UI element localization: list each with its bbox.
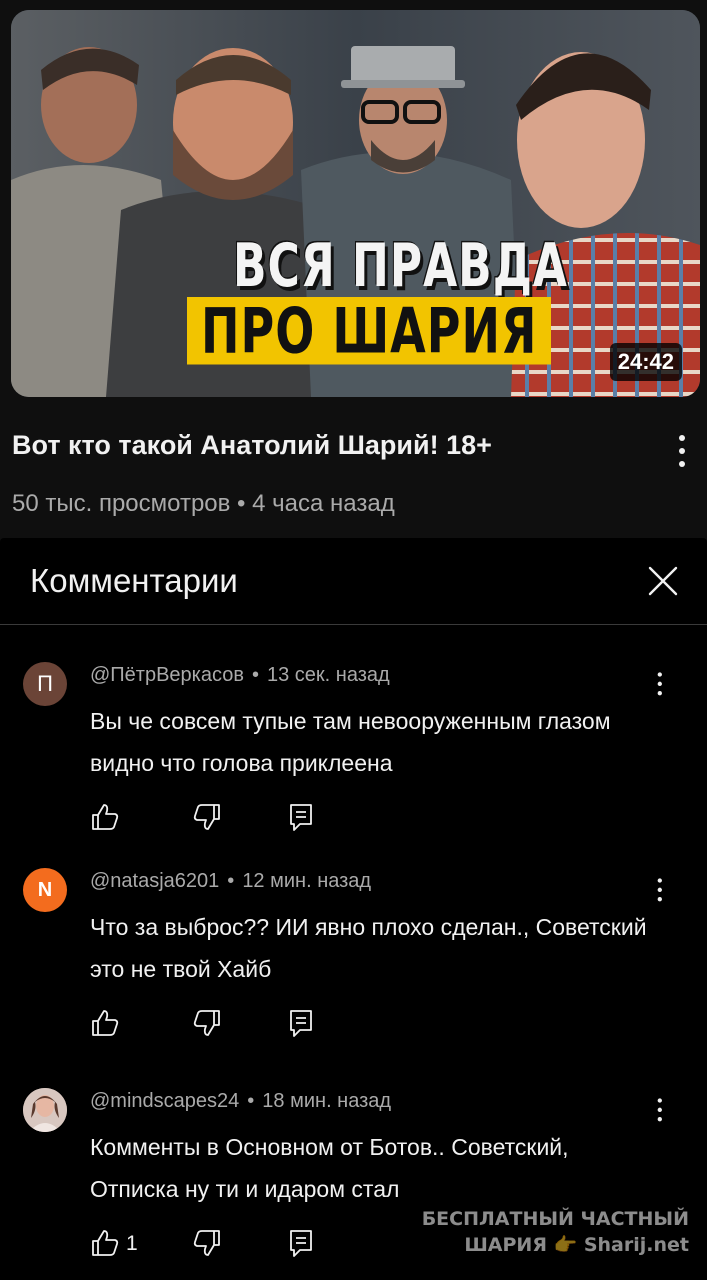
avatar[interactable]: П bbox=[23, 662, 67, 706]
more-vertical-icon[interactable] bbox=[649, 668, 671, 700]
avatar-photo-icon bbox=[23, 1088, 67, 1132]
separator-dot: • bbox=[247, 1090, 255, 1112]
more-vertical-icon[interactable] bbox=[667, 429, 697, 473]
avatar[interactable]: N bbox=[23, 868, 67, 912]
video-meta: 50 тыс. просмотров • 4 часа назад bbox=[12, 490, 395, 517]
avatar[interactable] bbox=[23, 1088, 67, 1132]
separator-dot: • bbox=[251, 664, 259, 686]
separator-dot: • bbox=[227, 870, 235, 892]
video-card[interactable]: ВСЯ ПРАВДА ПРО ШАРИЯ 24:42 Вот кто такой… bbox=[0, 0, 707, 536]
reply-icon[interactable] bbox=[286, 802, 316, 832]
more-vertical-icon[interactable] bbox=[649, 874, 671, 906]
reply-icon[interactable] bbox=[286, 1228, 316, 1258]
dislike-icon[interactable] bbox=[192, 1228, 222, 1258]
comment-time: 18 мин. назад bbox=[262, 1090, 392, 1112]
comment-text: Вы че совсем тупые там невооруженным гла… bbox=[90, 708, 611, 776]
reply-icon[interactable] bbox=[286, 1008, 316, 1038]
video-title[interactable]: Вот кто такой Анатолий Шарий! 18+ bbox=[12, 430, 492, 461]
like-icon[interactable] bbox=[90, 802, 120, 832]
thumbnail-headline-bottom: ПРО ШАРИЯ bbox=[187, 297, 552, 365]
comments-header: Комментарии bbox=[0, 538, 707, 625]
comment-header: @ПётрВеркасов • 13 сек. назад bbox=[90, 664, 390, 687]
comment-time: 13 сек. назад bbox=[266, 664, 390, 686]
close-icon[interactable] bbox=[646, 564, 680, 598]
thumbnail-headline-top: ВСЯ ПРАВДА bbox=[233, 232, 568, 301]
comment-text: Что за выброс?? ИИ явно плохо сделан., С… bbox=[90, 914, 647, 982]
comment-author[interactable]: @natasja6201 bbox=[90, 870, 219, 892]
comment-author[interactable]: @mindscapes24 bbox=[90, 1090, 239, 1112]
comments-title: Комментарии bbox=[30, 562, 238, 599]
like-count: 1 bbox=[126, 1232, 138, 1255]
dislike-icon[interactable] bbox=[192, 802, 222, 832]
watermark-line1: БЕСПЛАТНЫЙ ЧАСТНЫЙ bbox=[421, 1208, 689, 1230]
comment-header: @mindscapes24 • 18 мин. назад bbox=[90, 1090, 391, 1113]
comment-author[interactable]: @ПётрВеркасов bbox=[90, 664, 244, 686]
like-icon[interactable] bbox=[90, 1228, 120, 1258]
watermark-line2: ШАРИЯ 👉 Sharij.net bbox=[464, 1234, 689, 1256]
dislike-icon[interactable] bbox=[192, 1008, 222, 1038]
comment-time: 12 мин. назад bbox=[242, 870, 372, 892]
duration-badge: 24:42 bbox=[609, 343, 682, 381]
comments-panel: Комментарии П @ПётрВеркасов • 13 сек. наза… bbox=[0, 538, 707, 1280]
comment-header: @natasja6201 • 12 мин. назад bbox=[90, 870, 371, 893]
more-vertical-icon[interactable] bbox=[649, 1094, 671, 1126]
video-thumbnail[interactable]: ВСЯ ПРАВДА ПРО ШАРИЯ 24:42 bbox=[11, 10, 700, 397]
like-icon[interactable] bbox=[90, 1008, 120, 1038]
watermark: БЕСПЛАТНЫЙ ЧАСТНЫЙ ШАРИЯ 👉 Sharij.net bbox=[422, 1206, 689, 1258]
comment-text: Комменты в Основном от Ботов.. Советский… bbox=[90, 1134, 569, 1202]
